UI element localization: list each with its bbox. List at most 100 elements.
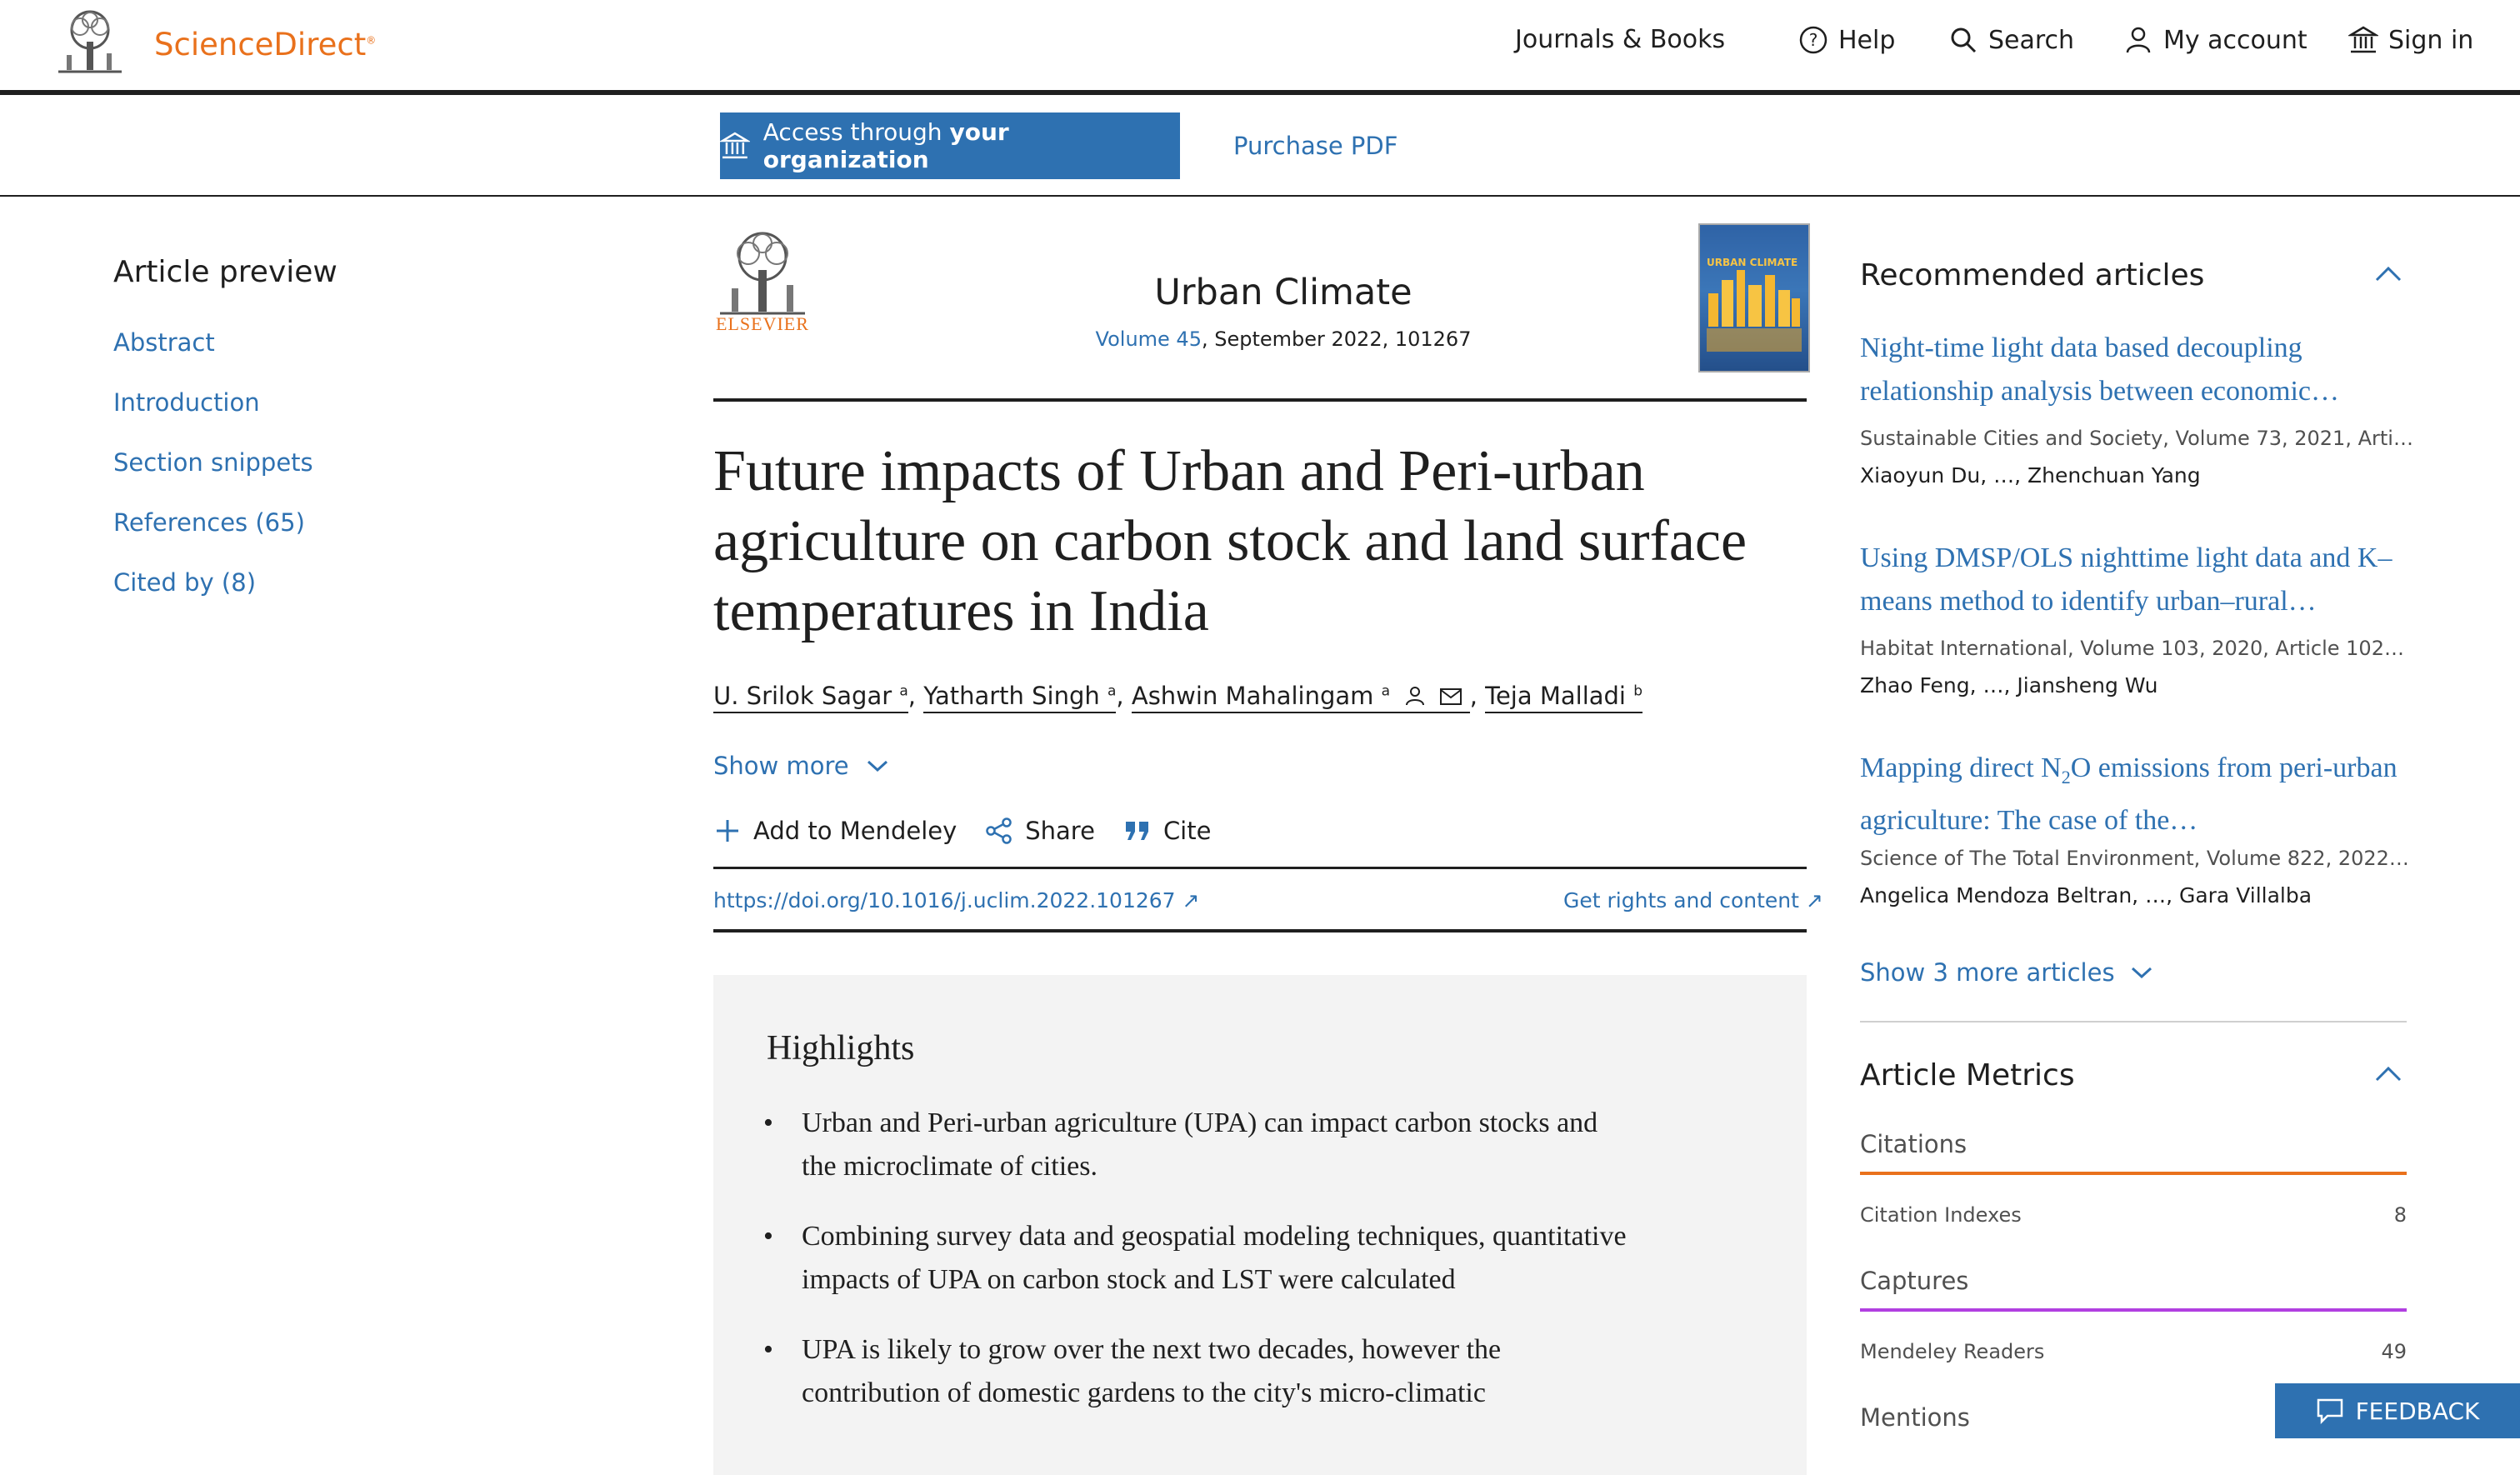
highlights-heading: Highlights: [767, 1029, 915, 1068]
feedback-label: FEEDBACK: [2355, 1397, 2480, 1425]
recommended-article-source: Habitat International, Volume 103, 2020,…: [1860, 637, 2413, 660]
feedback-button[interactable]: FEEDBACK: [2275, 1383, 2520, 1438]
journal-divider: [713, 398, 1807, 402]
citation-indexes-value: 8: [2393, 1203, 2407, 1227]
outline-link-references[interactable]: References (65): [113, 508, 305, 537]
elsevier-wordmark: ELSEVIER: [716, 313, 809, 334]
recommended-article-title[interactable]: Night-time light data based decoupling r…: [1860, 327, 2410, 413]
cite-button[interactable]: Cite: [1123, 817, 1212, 845]
institution-icon: [720, 132, 750, 159]
site-header: ScienceDirect® Journals & Books ? Help S…: [0, 0, 2520, 95]
access-bar: Access through your organization Purchas…: [0, 95, 2520, 197]
elsevier-tree-logo[interactable]: [50, 8, 130, 77]
show-more-label: Show more: [713, 752, 849, 780]
captures-label: Captures: [1860, 1267, 1969, 1295]
show-more-button[interactable]: Show more: [713, 752, 889, 780]
person-icon: [1406, 687, 1425, 706]
chevron-up-icon[interactable]: [2373, 260, 2403, 290]
citations-label: Citations: [1860, 1130, 1968, 1158]
external-link-icon: ↗: [1182, 888, 1200, 912]
outline-link-abstract[interactable]: Abstract: [113, 328, 215, 357]
mendeley-readers-value: 49: [2381, 1340, 2407, 1363]
sidebar-divider: [1860, 1021, 2407, 1022]
nav-search-label: Search: [1988, 25, 2075, 55]
outline-link-section-snippets[interactable]: Section snippets: [113, 448, 313, 477]
share-button[interactable]: Share: [985, 817, 1095, 845]
recommended-article-title[interactable]: Mapping direct N2O emissions from peri-u…: [1860, 747, 2410, 842]
mendeley-readers-row: Mendeley Readers 49: [1860, 1340, 2407, 1363]
show-more-articles-button[interactable]: Show 3 more articles: [1860, 958, 2153, 987]
cite-label: Cite: [1162, 817, 1212, 845]
article-title: Future impacts of Urban and Peri-urban a…: [713, 439, 1748, 643]
recommended-article-title[interactable]: Using DMSP/OLS nighttime light data and …: [1860, 537, 2410, 623]
get-rights-link[interactable]: Get rights and content ↗: [1563, 888, 1823, 912]
search-icon: [1951, 28, 1977, 53]
chevron-down-icon: [2131, 967, 2152, 979]
article-preview-heading: Article preview: [113, 255, 338, 289]
skyline-illustration: [1707, 270, 1802, 352]
recommended-heading: Recommended articles: [1860, 258, 2205, 292]
doi-divider-bottom: [713, 929, 1807, 932]
access-prefix: Access through: [762, 118, 942, 146]
doi-link[interactable]: https://doi.org/10.1016/j.uclim.2022.101…: [713, 888, 1199, 912]
citation-indexes-label: Citation Indexes: [1860, 1203, 2022, 1227]
nav-sign-in[interactable]: Sign in: [2348, 25, 2473, 55]
nav-journals-books[interactable]: Journals & Books: [1515, 25, 1725, 54]
doi-divider-top: [713, 867, 1807, 869]
author-link[interactable]: Yatharth Singh a: [923, 682, 1117, 713]
plus-icon: [717, 820, 738, 842]
nav-help-label: Help: [1838, 25, 1896, 55]
nav-my-account[interactable]: My account: [2123, 25, 2308, 55]
volume-link[interactable]: Volume 45: [1096, 328, 1202, 351]
outline-link-cited-by[interactable]: Cited by (8): [113, 568, 256, 597]
highlight-item: Combining survey data and geospatial mod…: [763, 1215, 1630, 1302]
chevron-up-icon[interactable]: [2373, 1060, 2403, 1090]
highlight-item: Urban and Peri-urban agriculture (UPA) c…: [763, 1102, 1630, 1188]
access-through-organization-button[interactable]: Access through your organization: [720, 112, 1180, 179]
citations-bar: [1860, 1172, 2407, 1175]
outline-link-introduction[interactable]: Introduction: [113, 388, 260, 417]
nav-sign-in-label: Sign in: [2388, 25, 2474, 55]
add-to-mendeley-button[interactable]: Add to Mendeley: [713, 817, 957, 845]
add-to-mendeley-label: Add to Mendeley: [753, 817, 958, 845]
external-link-icon: ↗: [1805, 888, 1823, 912]
article-toolbar: Add to Mendeley Share Cite: [713, 817, 1239, 845]
mentions-label: Mentions: [1860, 1403, 1970, 1432]
author-link[interactable]: U. Srilok Sagar a: [713, 682, 908, 713]
recommended-article-authors: Xiaoyun Du, …, Zhenchuan Yang: [1860, 463, 2201, 488]
chevron-down-icon: [867, 760, 888, 772]
volume-date: , September 2022, 101267: [1201, 328, 1472, 351]
recommended-article-source: Sustainable Cities and Society, Volume 7…: [1860, 427, 2413, 450]
purchase-pdf-link[interactable]: Purchase PDF: [1233, 132, 1398, 160]
nav-help[interactable]: ? Help: [1798, 25, 1895, 55]
journal-volume: Volume 45, September 2022, 101267: [883, 328, 1683, 351]
recommended-article-source: Science of The Total Environment, Volume…: [1860, 847, 2413, 870]
recommended-article-authors: Zhao Feng, …, Jiansheng Wu: [1860, 673, 2158, 698]
mendeley-readers-label: Mendeley Readers: [1860, 1340, 2045, 1363]
email-icon: [1439, 688, 1462, 705]
svg-text:?: ?: [1809, 30, 1818, 50]
quote-icon: [1125, 822, 1148, 840]
journal-title[interactable]: Urban Climate: [883, 272, 1683, 313]
show-more-articles-label: Show 3 more articles: [1860, 958, 2115, 987]
sciencedirect-brand[interactable]: ScienceDirect®: [154, 27, 376, 62]
help-circle-icon: ?: [1799, 26, 1828, 54]
nav-my-account-label: My account: [2163, 25, 2308, 55]
nav-journals-books-label: Journals & Books: [1515, 25, 1726, 54]
highlight-item: UPA is likely to grow over the next two …: [763, 1328, 1630, 1415]
journal-cover-image[interactable]: URBAN CLIMATE: [1698, 223, 1810, 372]
author-link[interactable]: Ashwin Mahalingam a: [1131, 682, 1470, 713]
recommended-article-authors: Angelica Mendoza Beltran, …, Gara Villal…: [1860, 883, 2312, 908]
nav-search[interactable]: Search: [1948, 25, 2074, 55]
share-icon: [986, 818, 1012, 844]
chat-bubble-icon: [2317, 1398, 2342, 1424]
share-label: Share: [1025, 817, 1095, 845]
author-link[interactable]: Teja Malladi b: [1485, 682, 1643, 713]
highlights-list: Urban and Peri-urban agriculture (UPA) c…: [763, 1102, 1630, 1442]
author-list: U. Srilok Sagar a, Yatharth Singh a, Ash…: [713, 682, 1643, 713]
citation-indexes-row: Citation Indexes 8: [1860, 1203, 2407, 1227]
institution-icon: [2348, 26, 2378, 53]
person-icon: [2126, 27, 2151, 53]
captures-bar: [1860, 1308, 2407, 1312]
article-metrics-heading: Article Metrics: [1860, 1058, 2075, 1092]
